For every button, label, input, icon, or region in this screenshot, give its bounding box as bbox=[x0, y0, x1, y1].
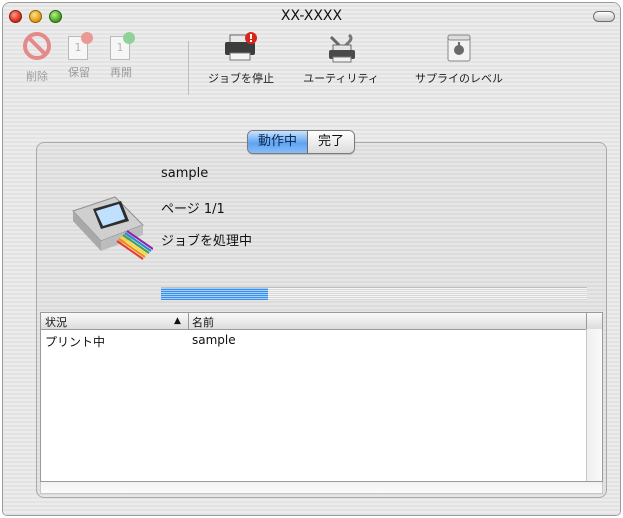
delete-icon bbox=[23, 32, 51, 60]
delete-label: 削除 bbox=[26, 70, 48, 83]
stop-jobs-button[interactable]: ジョブを停止 bbox=[197, 31, 285, 86]
utility-icon bbox=[329, 33, 355, 63]
delete-button[interactable]: 削除 bbox=[17, 31, 57, 84]
toolbar: 削除 1 保留 1 再開 ジョブを停止 ユーティリティ サプライのレベル bbox=[3, 29, 620, 109]
job-progress-fill bbox=[161, 288, 268, 300]
supply-levels-button[interactable]: サプライのレベル bbox=[395, 31, 523, 86]
toolbar-separator bbox=[188, 41, 189, 95]
tab-active-jobs[interactable]: 動作中 bbox=[248, 131, 309, 153]
tab-completed-jobs[interactable]: 完了 bbox=[308, 131, 355, 153]
hold-button[interactable]: 1 保留 bbox=[59, 31, 99, 80]
printer-stop-icon bbox=[225, 32, 257, 61]
job-name: sample bbox=[161, 166, 209, 181]
table-header: 状況 ▲ 名前 bbox=[41, 313, 602, 330]
row-status-cell: プリント中 bbox=[45, 335, 106, 349]
hold-icon: 1 bbox=[64, 31, 94, 61]
utility-button[interactable]: ユーティリティ bbox=[291, 31, 391, 86]
minimize-window-button[interactable] bbox=[29, 10, 42, 23]
resume-icon: 1 bbox=[106, 31, 136, 61]
job-segmented-control: 動作中 完了 bbox=[247, 130, 356, 154]
column-header-status[interactable]: 状況 bbox=[45, 314, 67, 330]
horizontal-scrollbar[interactable] bbox=[40, 482, 603, 494]
utility-label: ユーティリティ bbox=[303, 72, 379, 85]
job-status: ジョブを処理中 bbox=[161, 234, 253, 249]
toolbar-toggle-button[interactable] bbox=[593, 11, 615, 22]
print-queue-window: XX-XXXX 削除 1 保留 1 再開 ジョブを停止 ユーティリティ サプライ… bbox=[3, 3, 620, 515]
supply-levels-label: サプライのレベル bbox=[415, 72, 503, 85]
resume-label: 再開 bbox=[110, 66, 132, 79]
hold-label: 保留 bbox=[68, 66, 90, 79]
title-bar: XX-XXXX bbox=[3, 3, 620, 29]
table-row[interactable]: プリント中 sample bbox=[41, 331, 587, 349]
stop-jobs-label: ジョブを停止 bbox=[208, 72, 274, 85]
supply-levels-icon bbox=[447, 34, 471, 62]
job-page: ページ 1/1 bbox=[161, 202, 225, 217]
column-header-name[interactable]: 名前 bbox=[192, 314, 214, 330]
column-divider[interactable] bbox=[586, 313, 587, 329]
sort-ascending-icon[interactable]: ▲ bbox=[174, 316, 181, 326]
window-title: XX-XXXX bbox=[280, 8, 343, 24]
job-table: 状況 ▲ 名前 プリント中 sample bbox=[40, 312, 603, 482]
close-window-button[interactable] bbox=[9, 10, 22, 23]
vertical-scrollbar[interactable] bbox=[586, 329, 602, 481]
column-divider[interactable] bbox=[188, 313, 189, 329]
row-name-cell: sample bbox=[192, 333, 236, 347]
job-progress-bar bbox=[161, 287, 587, 300]
printer-icon bbox=[72, 196, 153, 260]
resume-button[interactable]: 1 再開 bbox=[101, 31, 141, 80]
zoom-window-button[interactable] bbox=[49, 10, 62, 23]
